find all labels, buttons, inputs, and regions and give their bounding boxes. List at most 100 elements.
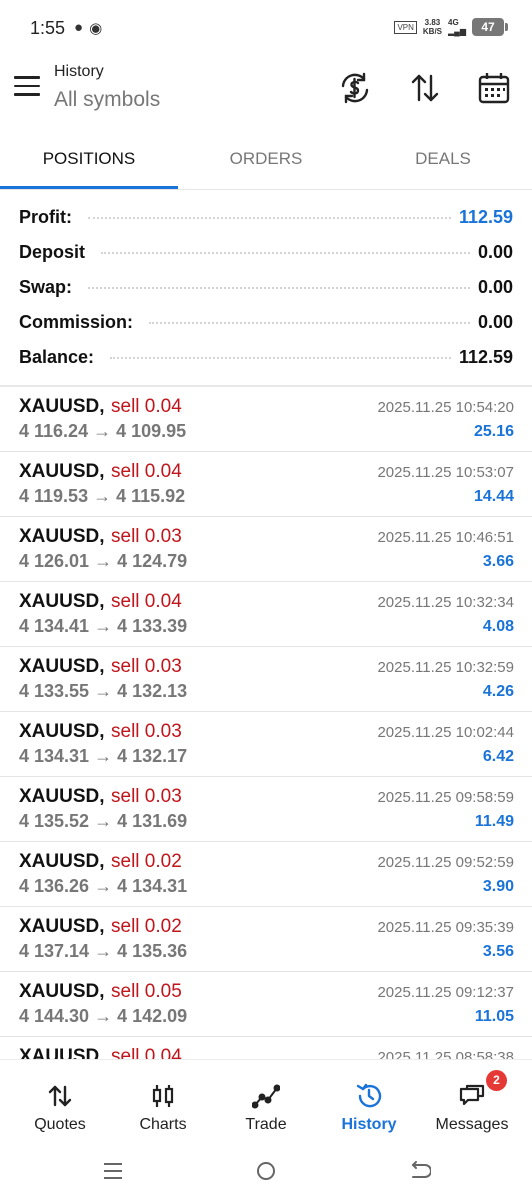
deal-time: 2025.11.25 10:32:34	[377, 594, 514, 611]
deal-prices: 4 116.24 → 4 109.95	[19, 421, 186, 442]
deal-time: 2025.11.25 10:53:07	[377, 464, 514, 481]
close-price: 4 132.13	[117, 681, 188, 701]
deal-row[interactable]: XAUUSD, sell 0.03 4 135.52 → 4 131.69 2025.…	[0, 777, 532, 842]
tab-orders[interactable]: ORDERS	[178, 130, 354, 187]
deal-profit: 3.56	[482, 943, 514, 960]
status-indicators: VPN 3.83 KB/S 4G ▂▄▆ 47	[394, 18, 508, 36]
deal-side: sell 0.04	[111, 396, 182, 417]
summary-row-swap: Swap: 0.00	[0, 270, 532, 305]
deal-row[interactable]: XAUUSD, sell 0.04 4 116.24 → 4 109.95 2025.…	[0, 387, 532, 452]
deal-time: 2025.11.25 10:46:51	[377, 529, 514, 546]
tab-positions[interactable]: POSITIONS	[0, 130, 178, 187]
deal-profit: 6.42	[482, 748, 514, 765]
dotted-leader	[110, 356, 451, 359]
deal-row[interactable]: XAUUSD, sell 0.04 2025.11.25 08:58:38	[0, 1037, 532, 1059]
open-price: 4 135.52	[19, 811, 90, 831]
tabs-divider	[0, 189, 532, 190]
close-price: 4 142.09	[117, 1006, 188, 1026]
vpn-indicator: VPN	[394, 20, 417, 34]
status-time: 1:55	[30, 18, 66, 38]
notification-icons: ● ◉	[74, 19, 102, 37]
history-tabs: POSITIONS ORDERS DEALS	[0, 130, 532, 190]
deal-side: sell 0.03	[111, 786, 182, 807]
nav-label: Quotes	[34, 1116, 86, 1133]
deal-time: 2025.11.25 10:54:20	[377, 399, 514, 416]
deal-side: sell 0.04	[111, 461, 182, 482]
deal-time: 2025.11.25 10:32:59	[377, 659, 514, 676]
arrow-right-icon: →	[89, 876, 118, 896]
nav-history[interactable]: History	[319, 1060, 419, 1142]
menu-icon[interactable]	[14, 76, 40, 96]
deal-time: 2025.11.25 09:35:39	[377, 919, 514, 936]
close-price: 4 109.95	[116, 421, 187, 441]
symbol-filter[interactable]: All symbols	[54, 88, 160, 112]
deal-symbol: XAUUSD,	[19, 851, 105, 872]
messages-badge: 2	[486, 1070, 507, 1091]
signal-indicator: 4G ▂▄▆	[448, 18, 466, 36]
deal-row[interactable]: XAUUSD, sell 0.04 4 119.53 → 4 115.92 2025.…	[0, 452, 532, 517]
nav-charts[interactable]: Charts	[113, 1060, 213, 1142]
network-speed: 3.83 KB/S	[423, 18, 442, 36]
tab-deals[interactable]: DEALS	[354, 130, 532, 187]
deal-row[interactable]: XAUUSD, sell 0.04 4 134.41 → 4 133.39 2025.…	[0, 582, 532, 647]
deal-row[interactable]: XAUUSD, sell 0.02 4 136.26 → 4 134.31 2025.…	[0, 842, 532, 907]
nav-label: Trade	[245, 1116, 287, 1133]
deal-time: 2025.11.25 09:52:59	[377, 854, 514, 871]
summary-panel: Profit: 112.59 Deposit 0.00 Swap: 0.00 C…	[0, 200, 532, 375]
deal-prices: 4 137.14 → 4 135.36	[19, 941, 187, 962]
speed-unit: KB/S	[422, 27, 443, 36]
deal-prices: 4 119.53 → 4 115.92	[19, 486, 185, 507]
sort-icon[interactable]	[407, 70, 443, 106]
deal-time: 2025.11.25 08:58:38	[377, 1049, 514, 1059]
snapchat-icon: ●	[74, 19, 84, 36]
summary-row-commission: Commission: 0.00	[0, 305, 532, 340]
close-price: 4 115.92	[116, 486, 186, 506]
deal-row[interactable]: XAUUSD, sell 0.05 4 144.30 → 4 142.09 2025.…	[0, 972, 532, 1037]
back-icon[interactable]	[407, 1159, 431, 1183]
dotted-leader	[88, 216, 451, 219]
close-price: 4 124.79	[117, 551, 188, 571]
dotted-leader	[101, 251, 470, 254]
deal-row[interactable]: XAUUSD, sell 0.02 4 137.14 → 4 135.36 2025.…	[0, 907, 532, 972]
deal-row[interactable]: XAUUSD, sell 0.03 4 133.55 → 4 132.13 2025.…	[0, 647, 532, 712]
summary-label: Deposit	[19, 242, 94, 263]
open-price: 4 136.26	[19, 876, 90, 896]
summary-value: 0.00	[477, 312, 513, 332]
deal-profit: 4.26	[482, 683, 514, 700]
summary-label: Balance:	[19, 347, 103, 368]
deal-side: sell 0.05	[111, 981, 182, 1002]
deal-side: sell 0.04	[111, 1046, 182, 1059]
nav-label: Charts	[139, 1116, 187, 1133]
home-icon[interactable]	[254, 1159, 278, 1183]
deal-row[interactable]: XAUUSD, sell 0.03 4 126.01 → 4 124.79 2025.…	[0, 517, 532, 582]
deal-row[interactable]: XAUUSD, sell 0.03 4 134.31 → 4 132.17 2025.…	[0, 712, 532, 777]
deal-symbol: XAUUSD,	[19, 786, 105, 807]
deal-symbol: XAUUSD,	[19, 981, 105, 1002]
deal-prices: 4 135.52 → 4 131.69	[19, 811, 187, 832]
nav-trade[interactable]: Trade	[216, 1060, 316, 1142]
summary-row-balance: Balance: 112.59	[0, 340, 532, 375]
deal-time: 2025.11.25 10:02:44	[377, 724, 514, 741]
deal-prices: 4 134.41 → 4 133.39	[19, 616, 187, 637]
nav-quotes[interactable]: Quotes	[10, 1060, 110, 1142]
deal-symbol: XAUUSD,	[19, 526, 105, 547]
app-header: History All symbols	[0, 56, 532, 130]
currency-exchange-icon[interactable]	[337, 70, 373, 106]
deal-prices: 4 136.26 → 4 134.31	[19, 876, 187, 897]
deal-time: 2025.11.25 09:12:37	[377, 984, 514, 1001]
dotted-leader	[149, 321, 470, 324]
close-price: 4 135.36	[117, 941, 188, 961]
arrow-right-icon: →	[88, 421, 117, 441]
deal-symbol: XAUUSD,	[19, 721, 105, 742]
deal-side: sell 0.04	[111, 591, 182, 612]
page-title: History	[54, 63, 104, 80]
recent-apps-icon[interactable]	[101, 1159, 125, 1183]
nav-label: History	[341, 1116, 397, 1133]
arrow-right-icon: →	[88, 486, 117, 506]
calendar-icon[interactable]	[476, 70, 512, 106]
dotted-leader	[88, 286, 470, 289]
quotes-icon	[48, 1085, 72, 1107]
arrow-right-icon: →	[89, 616, 118, 636]
deal-symbol: XAUUSD,	[19, 591, 105, 612]
nav-messages[interactable]: 2 Messages	[422, 1060, 522, 1142]
